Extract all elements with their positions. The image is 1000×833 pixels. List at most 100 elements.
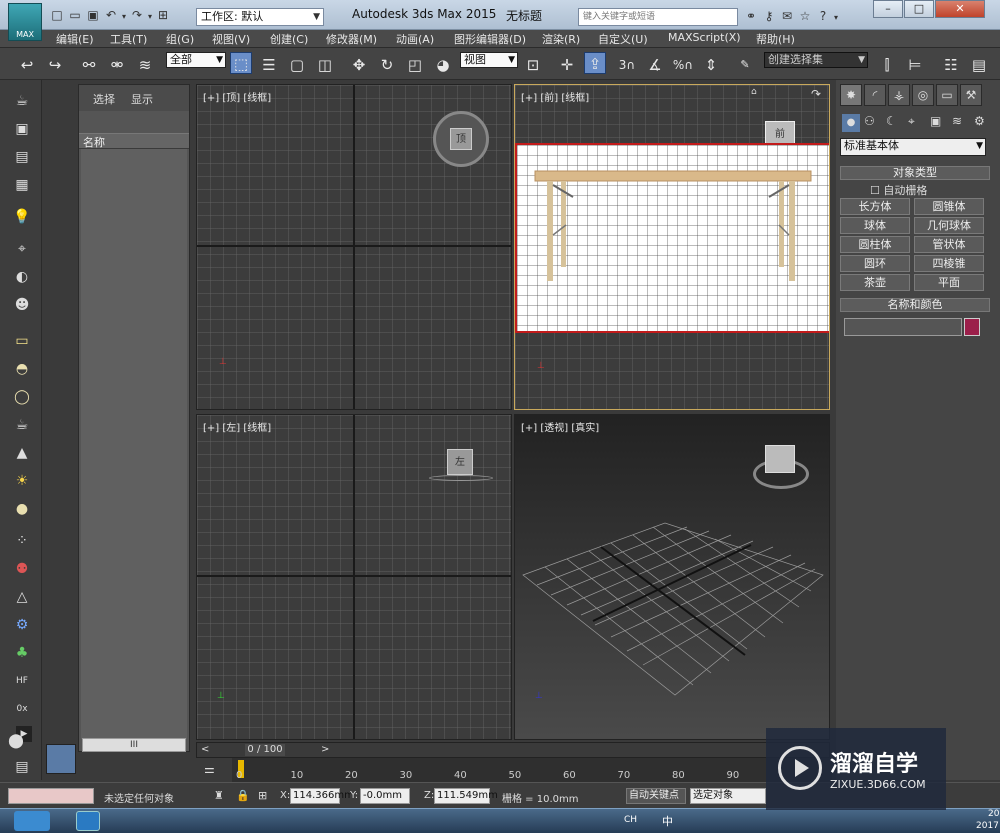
viewport-top-label[interactable]: [+] [顶] [线框] [203, 89, 271, 104]
close-button[interactable]: ✕ [935, 0, 985, 18]
clock-time[interactable]: 20 [988, 809, 999, 819]
app-logo-button[interactable]: MAX [8, 3, 42, 41]
favorites-star-icon[interactable]: ☆ [796, 7, 814, 25]
select-by-name-icon[interactable]: ☰ [258, 54, 280, 76]
tube-button[interactable]: 管状体 [914, 236, 984, 253]
torus-button[interactable]: 圆环 [840, 255, 910, 272]
undo-dropdown-icon[interactable]: ▾ [120, 8, 128, 26]
lock-icon[interactable]: 🔒 [236, 789, 250, 802]
sphere-material-icon[interactable]: ⬤ [4, 730, 28, 752]
viewport-layout-icon[interactable] [46, 744, 76, 774]
modify-tab-icon[interactable]: ◜ [864, 84, 886, 106]
viewport-perspective[interactable]: [+] [透视] [真实] ⊥ [514, 414, 830, 740]
keyboard-shortcut-override-icon[interactable]: ⇪ [584, 52, 606, 74]
select-and-move-icon[interactable]: ✥ [348, 54, 370, 76]
menu-views[interactable]: 视图(V) [212, 31, 250, 47]
hemisphere-icon[interactable]: ◓ [10, 358, 34, 380]
systems-icon[interactable]: ⚙ [974, 114, 985, 128]
cylinder-button[interactable]: 圆柱体 [840, 236, 910, 253]
menu-group[interactable]: 组(G) [166, 31, 194, 47]
name-color-rollout-header[interactable]: 名称和颜色 [840, 298, 990, 312]
torus-icon[interactable]: ◯ [10, 386, 34, 408]
teapot-object-icon[interactable]: ☕ [10, 414, 34, 436]
object-type-rollout-header[interactable]: 对象类型 [840, 166, 990, 180]
utilities-tab-icon[interactable]: ⚒ [960, 84, 982, 106]
gear-icon[interactable]: ⚙ [10, 614, 34, 636]
menu-rendering[interactable]: 渲染(R) [542, 31, 580, 47]
select-and-place-icon[interactable]: ◕ [432, 54, 454, 76]
select-and-rotate-icon[interactable]: ↻ [376, 54, 398, 76]
molecule-icon[interactable]: ⚉ [10, 558, 34, 580]
next-frame-icon[interactable]: > [321, 744, 329, 755]
teapot-icon[interactable]: ☕ [10, 90, 34, 112]
prev-frame-icon[interactable]: < [201, 744, 209, 755]
viewcube-top[interactable]: 顶 [450, 128, 472, 150]
helpers-icon[interactable]: ▣ [930, 114, 941, 128]
workspace-dropdown[interactable]: 工作区: 默认 ▼ [196, 8, 324, 26]
cloth-icon[interactable]: 0x [10, 698, 34, 720]
select-and-scale-icon[interactable]: ◰ [404, 54, 426, 76]
sphere-button[interactable]: 球体 [840, 217, 910, 234]
box-button[interactable]: 长方体 [840, 198, 910, 215]
viewport-top[interactable]: [+] [顶] [线框] 顶 ⊥ [196, 84, 512, 410]
graphite-ribbon-icon[interactable]: ▤ [968, 54, 990, 76]
create-tab-icon[interactable]: ✸ [840, 84, 862, 106]
spinner-snap-icon[interactable]: ⇕ [700, 54, 722, 76]
object-name-field[interactable] [844, 318, 962, 336]
absolute-transform-icon[interactable]: ⊞ [258, 789, 267, 802]
cone-button[interactable]: 圆锥体 [914, 198, 984, 215]
named-selection-dropdown[interactable]: 创建选择集 ▼ [764, 52, 868, 68]
search-input[interactable]: 键入关键字或短语 [578, 8, 738, 26]
plane-button[interactable]: 平面 [914, 274, 984, 291]
selected-object-dropdown[interactable]: 选定对象 [690, 788, 766, 804]
help-dropdown-icon[interactable]: ▾ [832, 9, 840, 27]
binoculars-icon[interactable]: ⚭ [742, 7, 760, 25]
menu-customize[interactable]: 自定义(U) [598, 31, 648, 47]
menu-animation[interactable]: 动画(A) [396, 31, 434, 47]
plant-icon[interactable]: ♣ [10, 642, 34, 664]
light-icon[interactable]: 💡 [10, 206, 34, 228]
hair-fur-icon[interactable]: HF [10, 670, 34, 692]
reference-coordinate-dropdown[interactable]: 视图 ▼ [460, 52, 518, 68]
align-icon[interactable]: ⊨ [904, 54, 926, 76]
object-color-swatch[interactable] [964, 318, 980, 336]
dynamics-icon[interactable]: ◐ [10, 266, 34, 288]
name-column-header[interactable]: 名称 [79, 133, 189, 149]
track-bar[interactable]: 0 10 20 30 40 50 60 70 80 90 [232, 758, 832, 782]
maxscript-listener-field[interactable] [8, 788, 94, 804]
viewcube-ring[interactable]: 顶 [433, 111, 489, 167]
menu-create[interactable]: 创建(C) [270, 31, 308, 47]
viewcube-left[interactable]: 左 [447, 449, 473, 475]
sphere-icon[interactable]: ● [10, 498, 34, 520]
plane-shape-icon[interactable]: ▭ [10, 330, 34, 352]
geometry-icon[interactable]: ● [842, 114, 860, 132]
redo-icon[interactable]: ↷ [128, 6, 146, 24]
spacewarps-icon[interactable]: ≋ [952, 114, 962, 128]
x-coordinate-field[interactable]: 114.366mm [290, 788, 354, 804]
rectangular-selection-icon[interactable]: ▢ [286, 54, 308, 76]
undo-icon[interactable]: ↩ [16, 54, 38, 76]
auto-key-button[interactable]: 自动关键点 [626, 788, 686, 804]
lights-icon[interactable]: ☾ [886, 114, 897, 128]
material-list-icon[interactable]: ▤ [10, 146, 34, 168]
menu-graph-editors[interactable]: 图形编辑器(D) [454, 31, 526, 47]
z-coordinate-field[interactable]: 111.549mm [434, 788, 498, 804]
teamviewer-taskbar-icon[interactable] [76, 811, 100, 831]
autogrid-checkbox[interactable]: ☐ 自动栅格 [870, 182, 927, 198]
undo-icon[interactable]: ↶ [102, 6, 120, 24]
unlink-selection-icon[interactable]: ⚮ [106, 54, 128, 76]
clock-date[interactable]: 2017 [976, 821, 999, 831]
shapes-icon[interactable]: ⚇ [864, 114, 875, 128]
bind-to-space-warp-icon[interactable]: ≋ [134, 54, 156, 76]
redo-icon[interactable]: ↪ [44, 54, 66, 76]
time-slider[interactable]: < 0 / 100 > [196, 742, 830, 758]
time-slider-label[interactable]: 0 / 100 [245, 744, 285, 756]
menu-help[interactable]: 帮助(H) [756, 31, 795, 47]
redo-dropdown-icon[interactable]: ▾ [146, 8, 154, 26]
y-coordinate-field[interactable]: -0.0mm [360, 788, 410, 804]
track-bar-icon[interactable]: ⚌ [204, 762, 215, 776]
reference-image-plane[interactable] [515, 143, 829, 333]
isolate-icon[interactable]: ♜ [214, 789, 224, 802]
subscription-key-icon[interactable]: ⚷ [760, 7, 778, 25]
tab-display[interactable]: 显示 [131, 91, 153, 107]
